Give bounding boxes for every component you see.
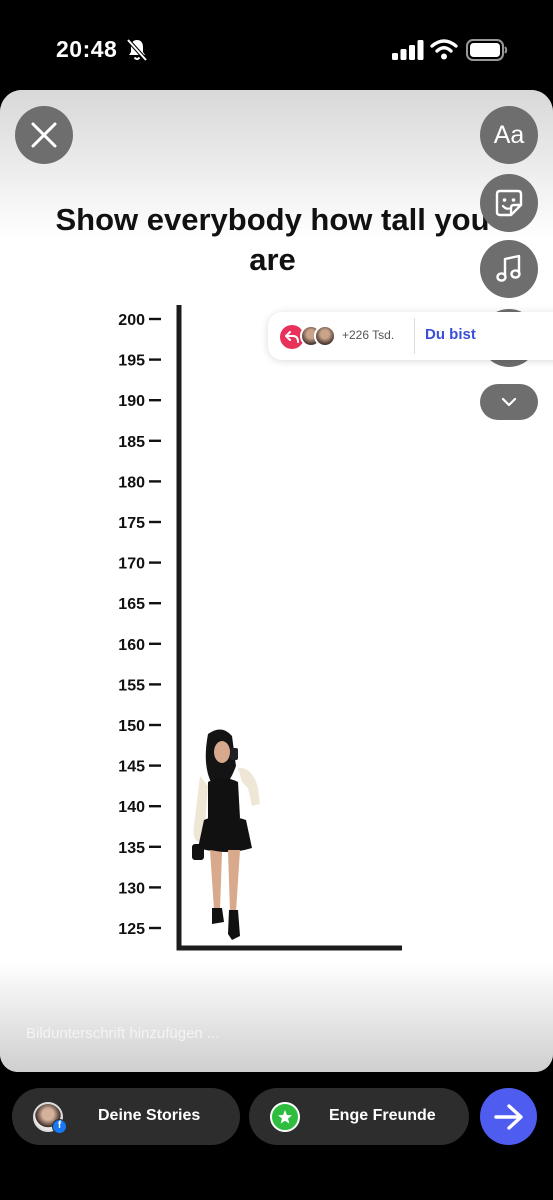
tick-label: 190 <box>118 393 145 410</box>
cellular-signal-icon <box>392 40 424 60</box>
person-photo[interactable] <box>186 726 266 948</box>
music-note-icon <box>496 254 521 282</box>
share-to-stories-button[interactable]: f Deine Stories <box>12 1088 240 1145</box>
star-icon <box>270 1102 300 1132</box>
sticker-divider <box>414 318 415 354</box>
story-title: Show everybody how tall you are <box>55 202 490 277</box>
tick-label: 170 <box>118 556 145 573</box>
wifi-icon <box>430 39 458 60</box>
tick-label: 175 <box>118 515 145 532</box>
tick-label: 195 <box>118 353 145 370</box>
status-time: 20:48 <box>56 36 118 62</box>
facebook-icon: f <box>52 1119 67 1134</box>
tick-label: 200 <box>118 312 145 329</box>
tick-label: 145 <box>118 759 145 776</box>
stories-label: Deine Stories <box>98 1107 201 1124</box>
tick-label: 160 <box>118 637 145 654</box>
status-bar: 20:48 <box>0 0 553 90</box>
bell-muted-icon <box>126 38 148 62</box>
tick-label: 125 <box>118 921 145 938</box>
tick-label: 130 <box>118 880 145 897</box>
participant-count: +226 Tsd. <box>342 328 395 342</box>
close-icon <box>31 122 57 148</box>
add-yours-sticker[interactable]: +226 Tsd. Du bist <box>268 312 553 360</box>
bottom-shade <box>0 962 553 1072</box>
more-tools-button[interactable] <box>480 384 538 420</box>
text-tool-button[interactable]: Aa <box>480 106 538 164</box>
tick-label: 165 <box>118 596 145 613</box>
sticker-icon <box>495 189 523 217</box>
tick-label: 150 <box>118 718 145 735</box>
tick-label: 155 <box>118 677 145 694</box>
tick-label: 135 <box>118 840 145 857</box>
send-button[interactable] <box>480 1088 537 1145</box>
story-canvas[interactable]: Show everybody how tall you are 200 195 19… <box>0 90 553 1072</box>
caption-input[interactable]: Bildunterschrift hinzufügen ... <box>26 1025 219 1042</box>
share-to-close-friends-button[interactable]: Enge Freunde <box>249 1088 469 1145</box>
tick-label: 140 <box>118 799 145 816</box>
text-tool-label: Aa <box>493 120 525 149</box>
arrow-right-icon <box>493 1103 523 1130</box>
music-button[interactable] <box>480 240 538 298</box>
sticker-button[interactable] <box>480 174 538 232</box>
chevron-down-icon <box>501 397 517 407</box>
tick-label: 180 <box>118 474 145 491</box>
close-button[interactable] <box>15 106 73 164</box>
tick-label: 185 <box>118 434 145 451</box>
participant-avatar <box>314 325 336 347</box>
tick-group: 200 195 190 185 180 175 170 165 160 155 150 145 140 1… <box>118 312 161 938</box>
battery-icon <box>466 39 508 61</box>
add-yours-cta[interactable]: Du bist <box>425 326 476 343</box>
friends-label: Enge Freunde <box>329 1107 436 1124</box>
